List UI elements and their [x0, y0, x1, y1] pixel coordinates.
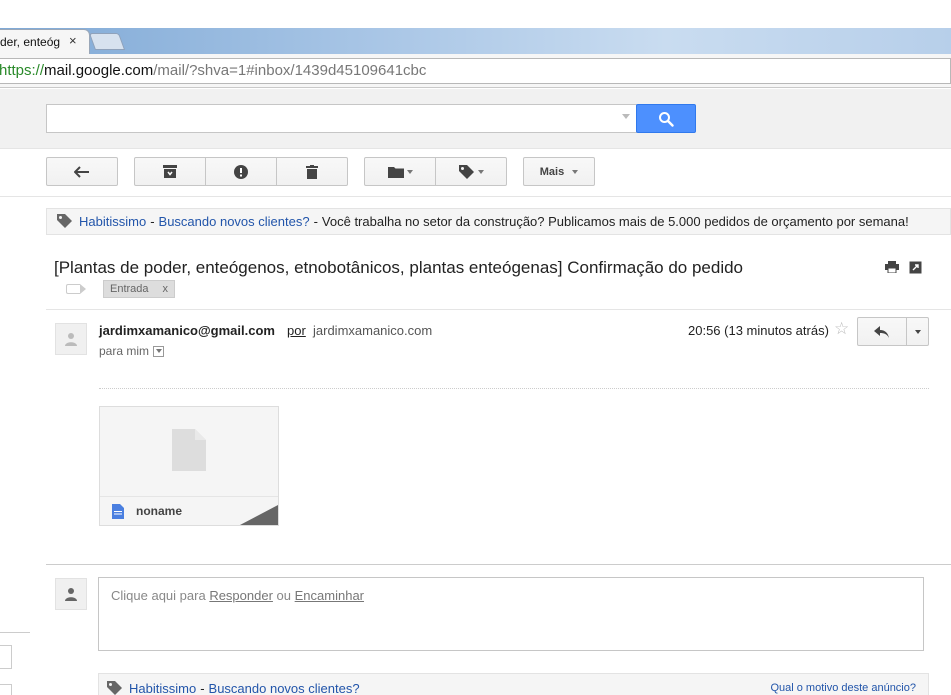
- tab-title[interactable]: der, enteóg: [0, 35, 66, 49]
- ad-dash: -: [313, 214, 318, 229]
- move-to-button[interactable]: [364, 157, 436, 186]
- side-panel-control[interactable]: [0, 684, 12, 695]
- divider: [46, 564, 951, 565]
- url-scheme: https://: [0, 62, 45, 79]
- more-actions-button[interactable]: Mais: [523, 157, 595, 186]
- search-input[interactable]: [46, 104, 637, 133]
- chevron-down-icon: [477, 169, 484, 174]
- reply-box[interactable]: Clique aqui para Responder ou Encaminhar: [98, 577, 924, 651]
- reply-link[interactable]: Responder: [209, 588, 273, 603]
- back-to-inbox-button[interactable]: [46, 157, 118, 186]
- ad-advertiser-link[interactable]: Habitissimo: [129, 681, 196, 695]
- search-icon: [659, 111, 674, 127]
- ad-headline-link[interactable]: Buscando novos clientes?: [159, 214, 310, 229]
- reply-prompt: Clique aqui para: [111, 588, 206, 603]
- chevron-down-icon: [155, 349, 162, 353]
- window-titlebar: [0, 0, 951, 30]
- show-details-icon[interactable]: [153, 345, 165, 357]
- new-tab-button[interactable]: [88, 33, 126, 50]
- forward-link[interactable]: Encaminhar: [295, 588, 364, 603]
- page-fold-icon: [240, 505, 278, 525]
- tab-close-icon[interactable]: ×: [69, 33, 77, 48]
- chevron-down-icon: [572, 169, 579, 174]
- ad-why-link[interactable]: Qual o motivo deste anúncio?: [770, 682, 916, 694]
- tab-strip: [0, 28, 951, 54]
- importance-marker-icon[interactable]: [66, 284, 86, 294]
- star-icon[interactable]: ☆: [834, 319, 849, 339]
- report-spam-button[interactable]: [205, 157, 277, 186]
- search-button[interactable]: [636, 104, 696, 133]
- bottom-ad-banner[interactable]: Habitissimo - Buscando novos clientes? Q…: [98, 673, 929, 695]
- new-window-icon[interactable]: [909, 261, 922, 274]
- message-timestamp: 20:56 (13 minutos atrás): [688, 323, 829, 338]
- label-tag-icon: [458, 164, 474, 179]
- archive-button[interactable]: [134, 157, 206, 186]
- reply-button[interactable]: [857, 317, 907, 346]
- address-bar[interactable]: https://mail.google.com/mail/?shva=1#inb…: [0, 58, 951, 84]
- spam-icon: [234, 164, 248, 179]
- divider: [99, 388, 929, 389]
- archive-icon: [163, 165, 177, 178]
- more-actions-label: Mais: [539, 165, 565, 178]
- label-chip-text[interactable]: Entrada: [110, 283, 149, 295]
- label-chip[interactable]: Entrada x: [103, 280, 176, 298]
- reply-or: ou: [276, 588, 292, 603]
- document-icon: [172, 429, 206, 471]
- email-subject: [Plantas de poder, enteógenos, etnobotân…: [54, 258, 744, 277]
- folder-icon: [387, 166, 404, 178]
- sender-avatar[interactable]: [55, 323, 87, 355]
- via-label[interactable]: por: [287, 323, 306, 338]
- back-arrow-icon: [74, 165, 89, 178]
- recipients-text: para mim: [99, 344, 150, 358]
- chevron-down-icon: [914, 329, 921, 334]
- person-icon: [65, 588, 77, 601]
- ad-dash: -: [200, 680, 205, 695]
- ad-advertiser-link[interactable]: Habitissimo: [79, 214, 146, 229]
- chevron-down-icon: [406, 169, 413, 174]
- ad-headline-link[interactable]: Buscando novos clientes?: [209, 681, 360, 695]
- via-domain: jardimxamanico.com: [313, 323, 433, 338]
- file-icon: [112, 504, 124, 519]
- ad-banner[interactable]: Habitissimo - Buscando novos clientes? -…: [46, 208, 951, 235]
- reply-icon: [874, 325, 889, 338]
- divider: [46, 309, 951, 310]
- ad-dash: -: [150, 214, 155, 229]
- remove-label-icon[interactable]: x: [163, 283, 169, 295]
- divider: [0, 632, 30, 633]
- url-host: mail.google.com: [44, 62, 154, 79]
- ad-body: Você trabalha no setor da construção? Pu…: [321, 214, 909, 229]
- ad-tag-icon: [57, 214, 72, 228]
- person-icon: [65, 333, 77, 346]
- labels-button[interactable]: [435, 157, 507, 186]
- attachment-filename: noname: [136, 504, 183, 518]
- side-panel-control[interactable]: [0, 645, 12, 669]
- attachment-card[interactable]: noname: [99, 406, 279, 526]
- search-options-caret-icon[interactable]: [622, 114, 630, 119]
- my-avatar: [55, 578, 87, 610]
- sender-email[interactable]: jardimxamanico@gmail.com: [99, 323, 275, 338]
- trash-icon: [306, 164, 318, 179]
- divider: [0, 196, 951, 197]
- delete-button[interactable]: [276, 157, 348, 186]
- reply-more-button[interactable]: [906, 317, 929, 346]
- ad-tag-icon: [107, 680, 122, 695]
- recipients-line[interactable]: para mim: [99, 344, 165, 358]
- print-icon[interactable]: [885, 261, 899, 273]
- url-path: /mail/?shva=1#inbox/1439d45109641cbc: [153, 62, 427, 79]
